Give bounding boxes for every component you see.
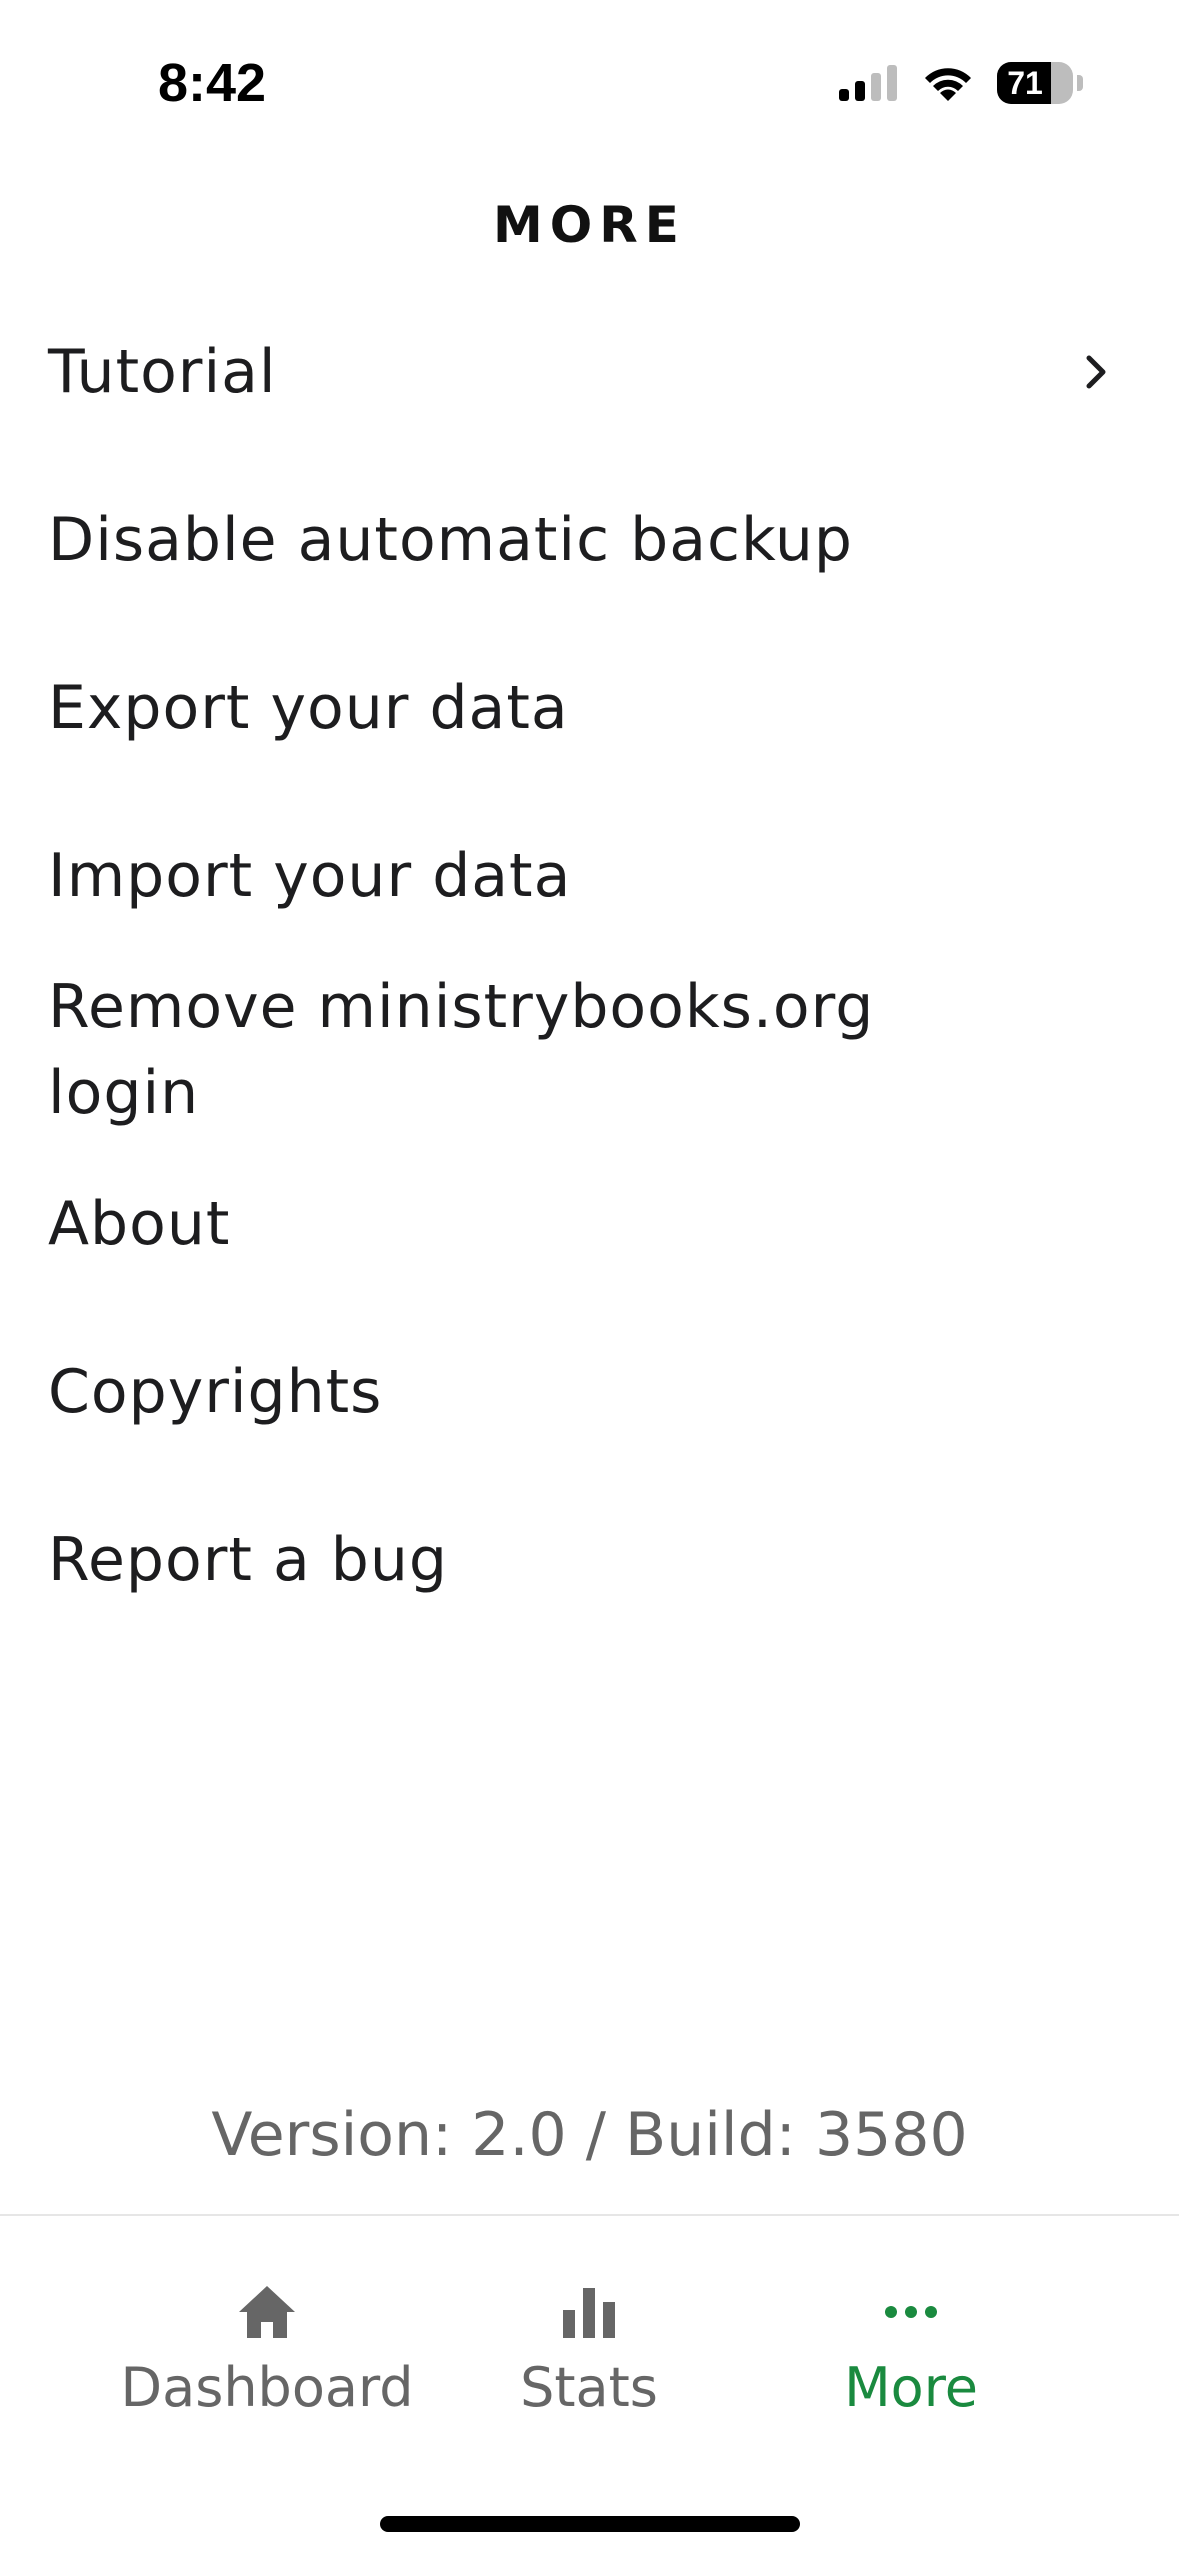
status-icons: 71 (839, 62, 1083, 104)
chevron-right-icon (1086, 355, 1106, 389)
more-dots-icon (885, 2306, 937, 2318)
status-bar: 8:42 71 (0, 0, 1179, 170)
home-icon (239, 2286, 295, 2338)
tab-bar: Dashboard Stats More (0, 2214, 1179, 2556)
status-time: 8:42 (158, 53, 267, 113)
menu-item-label: Tutorial (48, 337, 277, 407)
tab-label: Dashboard (120, 2356, 414, 2419)
more-menu: Tutorial Disable automatic backup Export… (0, 288, 1179, 1644)
battery-cap (1077, 75, 1083, 91)
menu-item-remove-login[interactable]: Remove ministrybooks.org login (0, 960, 1179, 1140)
battery-icon: 71 (997, 62, 1073, 104)
menu-item-label: Export your data (48, 673, 569, 743)
menu-item-disable-backup[interactable]: Disable automatic backup (0, 456, 1179, 624)
tab-label: Stats (520, 2356, 658, 2419)
menu-item-label: Remove ministrybooks.org login (48, 972, 875, 1128)
menu-item-label: Report a bug (48, 1525, 449, 1595)
tab-more[interactable]: More (746, 2276, 1076, 2419)
menu-item-copyrights[interactable]: Copyrights (0, 1308, 1179, 1476)
cellular-signal-icon (839, 65, 897, 101)
menu-item-label: Disable automatic backup (48, 505, 853, 575)
wifi-icon (925, 68, 971, 101)
menu-item-export-data[interactable]: Export your data (0, 624, 1179, 792)
home-indicator[interactable] (380, 2516, 800, 2532)
tab-dashboard[interactable]: Dashboard (102, 2276, 432, 2419)
menu-item-label: Copyrights (48, 1357, 383, 1427)
page-title: MORE (493, 196, 686, 254)
menu-item-import-data[interactable]: Import your data (0, 792, 1179, 960)
tab-stats[interactable]: Stats (424, 2276, 754, 2419)
version-label: Version: 2.0 / Build: 3580 (211, 2100, 968, 2170)
battery-percent: 71 (1007, 65, 1043, 101)
bar-chart-icon (563, 2288, 615, 2338)
menu-item-label: Import your data (48, 841, 572, 911)
menu-item-label: About (48, 1189, 231, 1259)
menu-item-about[interactable]: About (0, 1140, 1179, 1308)
menu-item-report-bug[interactable]: Report a bug (0, 1476, 1179, 1644)
menu-item-tutorial[interactable]: Tutorial (0, 288, 1179, 456)
tab-label: More (844, 2356, 978, 2419)
